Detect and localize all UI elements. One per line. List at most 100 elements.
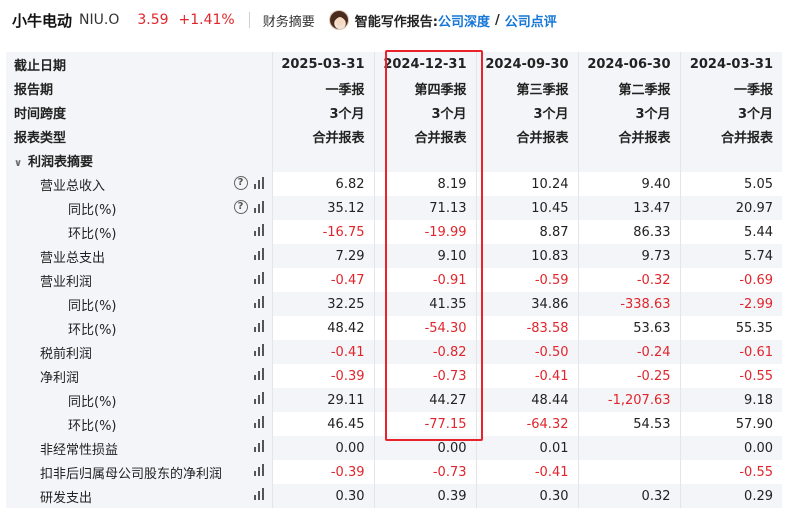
value-cell: 0.00	[373, 436, 476, 460]
value-cell: 48.44	[475, 388, 578, 412]
bar-chart-icon[interactable]	[253, 296, 266, 308]
value-cell: 20.97	[679, 196, 782, 220]
bar-chart-icon[interactable]	[253, 392, 266, 404]
statement-type: 合并报表	[271, 124, 374, 148]
value-cell: 8.87	[475, 220, 578, 244]
value-cell: 9.73	[577, 244, 680, 268]
row-label-cell: 研发支出	[6, 484, 272, 508]
row-label-cell: 环比(%)	[6, 412, 272, 436]
row-label-cell: 营业总支出	[6, 244, 272, 268]
header-label: 报告期	[6, 76, 272, 100]
value-cell: 46.45	[271, 412, 374, 436]
value-cell: -54.30	[373, 316, 476, 340]
price-change: +1.41%	[178, 12, 235, 28]
value-cell: -0.61	[679, 340, 782, 364]
row-label-cell: 营业利润	[6, 268, 272, 292]
table-row: 净利润 -0.39 -0.73 -0.41 -0.25 -0.55	[6, 364, 782, 388]
value-cell: 29.11	[271, 388, 374, 412]
value-cell: 48.42	[271, 316, 374, 340]
stock-header: 小牛电动 NIU.O 3.59 +1.41% 财务摘要 智能写作报告: 公司深度…	[0, 0, 787, 40]
stock-name: 小牛电动	[12, 11, 73, 30]
row-label-cell: 同比(%)?	[6, 196, 272, 220]
row-label: 同比(%)	[68, 202, 117, 218]
report-period: 第三季报	[475, 76, 578, 100]
bar-chart-icon[interactable]	[253, 440, 266, 452]
header-row-span: 时间跨度 3个月 3个月 3个月 3个月 3个月	[6, 100, 782, 124]
value-cell: 5.05	[679, 172, 782, 196]
row-label: 环比(%)	[68, 418, 117, 434]
row-label-cell: 净利润	[6, 364, 272, 388]
row-label-cell: 营业总收入?	[6, 172, 272, 196]
value-cell: -0.82	[373, 340, 476, 364]
value-cell: -64.32	[475, 412, 578, 436]
section-row[interactable]: ∨ 利润表摘要	[6, 148, 782, 172]
bar-chart-icon[interactable]	[253, 177, 266, 189]
value-cell: 86.33	[577, 220, 680, 244]
value-cell: -2.99	[679, 292, 782, 316]
value-cell: 9.40	[577, 172, 680, 196]
time-span: 3个月	[475, 100, 578, 124]
period-date: 2024-06-30	[577, 52, 680, 76]
bar-chart-icon[interactable]	[253, 416, 266, 428]
value-cell: 13.47	[577, 196, 680, 220]
row-label: 环比(%)	[68, 322, 117, 338]
value-cell: -0.41	[475, 364, 578, 388]
value-cell: 0.39	[373, 484, 476, 508]
table-row: 环比(%) 46.45 -77.15 -64.32 54.53 57.90	[6, 412, 782, 436]
value-cell: 32.25	[271, 292, 374, 316]
help-icon[interactable]: ?	[233, 200, 248, 214]
ai-writer-avatar	[328, 10, 349, 30]
bar-chart-icon[interactable]	[253, 201, 266, 213]
value-cell: 0.32	[577, 484, 680, 508]
value-cell: 0.00	[679, 436, 782, 460]
bar-chart-icon[interactable]	[253, 488, 266, 500]
row-actions	[253, 320, 266, 332]
row-label: 同比(%)	[68, 298, 117, 314]
bar-chart-icon[interactable]	[253, 464, 266, 476]
row-label: 扣非后归属母公司股东的净利润	[40, 466, 223, 482]
report-period: 一季报	[271, 76, 374, 100]
help-icon[interactable]: ?	[233, 176, 248, 190]
chevron-down-icon[interactable]: ∨	[14, 158, 24, 169]
row-label: 税前利润	[40, 346, 93, 362]
value-cell: 7.29	[271, 244, 374, 268]
value-cell: 5.44	[679, 220, 782, 244]
bar-chart-icon[interactable]	[253, 272, 266, 284]
report-period: 一季报	[679, 76, 782, 100]
row-actions	[253, 368, 266, 380]
value-cell: 57.90	[679, 412, 782, 436]
report-period: 第二季报	[577, 76, 680, 100]
row-actions	[253, 224, 266, 236]
value-cell: -0.41	[271, 340, 374, 364]
bar-chart-icon[interactable]	[253, 224, 266, 236]
value-cell: 41.35	[373, 292, 476, 316]
header-row-type: 报表类型 合并报表 合并报表 合并报表 合并报表 合并报表	[6, 124, 782, 148]
value-cell	[577, 460, 680, 484]
company-depth-link[interactable]: 公司深度	[438, 11, 490, 30]
value-cell: 8.19	[373, 172, 476, 196]
value-cell: 0.30	[271, 484, 374, 508]
value-cell: -83.58	[475, 316, 578, 340]
financial-summary-tab[interactable]: 财务摘要	[263, 11, 315, 30]
value-cell: 44.27	[373, 388, 476, 412]
company-review-link[interactable]: 公司点评	[505, 11, 557, 30]
row-label-cell: 环比(%)	[6, 316, 272, 340]
bar-chart-icon[interactable]	[253, 344, 266, 356]
value-cell: -338.63	[577, 292, 680, 316]
income-statement-table: 截止日期 2025-03-31 2024-12-31 2024-09-30 20…	[6, 52, 787, 515]
value-cell: 9.10	[373, 244, 476, 268]
value-cell: -16.75	[271, 220, 374, 244]
value-cell: -0.69	[679, 268, 782, 292]
bar-chart-icon[interactable]	[253, 368, 266, 380]
value-cell: 0.00	[271, 436, 374, 460]
bar-chart-icon[interactable]	[253, 248, 266, 260]
row-label: 营业利润	[40, 274, 93, 290]
value-cell: 10.45	[475, 196, 578, 220]
statement-type: 合并报表	[679, 124, 782, 148]
bar-chart-icon[interactable]	[253, 320, 266, 332]
row-label-cell: 非经常性损益	[6, 436, 272, 460]
row-actions: ?	[233, 176, 266, 190]
section-toggle[interactable]: ∨ 利润表摘要	[6, 148, 272, 172]
value-cell: 34.86	[475, 292, 578, 316]
value-cell: -0.39	[271, 364, 374, 388]
